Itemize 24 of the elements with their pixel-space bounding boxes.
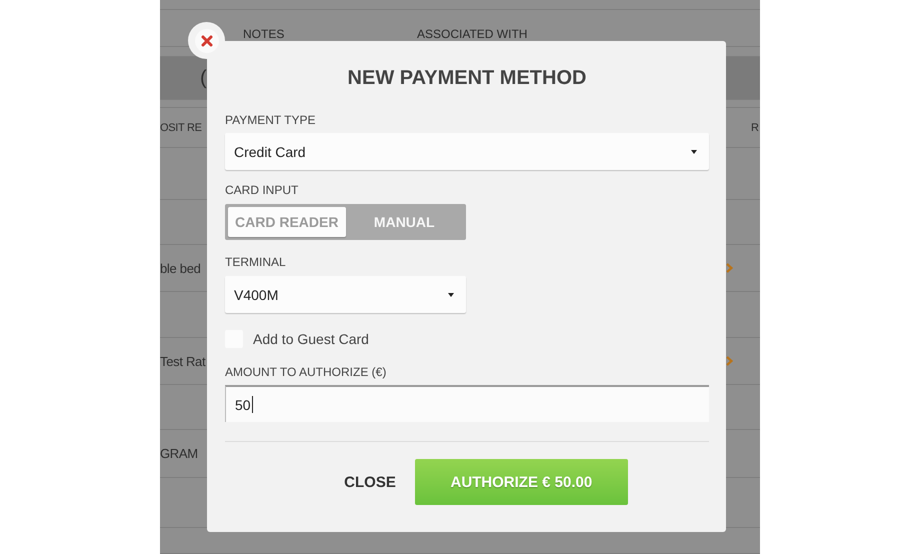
row-text: ( [200, 66, 206, 90]
row-text: ble bed [160, 260, 201, 276]
dropdown-field[interactable]: Credit Card [225, 133, 709, 170]
dialog-title: NEW PAYMENT METHOD [346, 66, 588, 91]
checkbox-label: Add to Guest Card [253, 331, 369, 347]
column-header: ASSOCIATED WITH [417, 27, 528, 41]
dropdown-field[interactable]: V400M [225, 276, 466, 313]
chevron-right-icon[interactable] [726, 263, 733, 273]
column-header: R [751, 122, 759, 134]
close-button[interactable] [194, 28, 218, 52]
field-label: AMOUNT TO AUTHORIZE (€) [225, 365, 388, 380]
close-icon [200, 34, 212, 46]
column-header: NOTES [243, 27, 284, 41]
field-label: PAYMENT TYPE [225, 113, 316, 128]
field-label: TERMINAL [225, 255, 287, 270]
caret-icon [448, 292, 454, 296]
amount-field[interactable]: 50 [225, 385, 709, 422]
caret-icon [691, 150, 697, 154]
chevron-right-icon[interactable] [726, 356, 733, 366]
field-label: CARD INPUT [225, 183, 300, 198]
row-text: GRAM [160, 446, 198, 461]
row-text: OSIT RE [160, 122, 202, 134]
row-text: Test Rat [160, 354, 206, 368]
close-button[interactable]: CLOSE [344, 470, 396, 494]
